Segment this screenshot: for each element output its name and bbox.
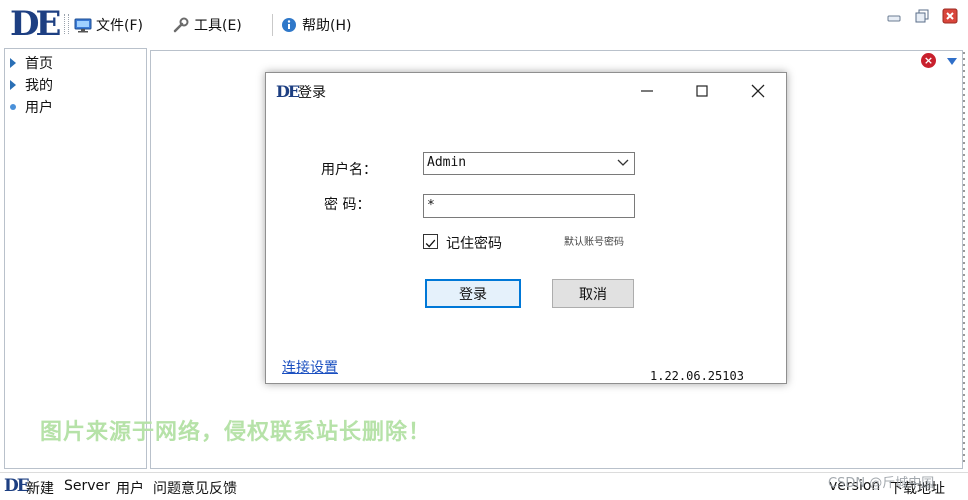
sidebar-item-users[interactable]: 用户 <box>10 97 53 117</box>
default-account-hint: 默认账号密码 <box>564 237 624 248</box>
minimize-icon[interactable] <box>886 8 902 24</box>
app-logo: DE <box>10 4 61 44</box>
menu-file[interactable]: 文件(F) <box>74 14 143 36</box>
statusbar-logo: DE <box>4 476 30 496</box>
sidebar-item-mine[interactable]: 我的 <box>10 75 53 95</box>
statusbar-new[interactable]: 新建 <box>26 478 54 498</box>
statusbar-user[interactable]: 用户 <box>116 478 144 498</box>
dialog-title: 登录 <box>298 85 326 101</box>
minimize-icon[interactable] <box>638 82 656 100</box>
monitor-icon <box>74 18 92 33</box>
menu-bar: DE 文件(F) 工具(E) 帮助(H) <box>0 0 968 46</box>
username-value: Admin <box>427 155 467 170</box>
close-icon[interactable] <box>749 82 767 100</box>
arrow-right-icon <box>10 58 16 68</box>
watermark-text: 图片来源于网络，侵权联系站长删除！ <box>40 420 432 445</box>
close-tab-icon[interactable]: × <box>921 53 936 68</box>
check-icon <box>425 239 436 248</box>
sidebar-item-label: 首页 <box>25 56 53 72</box>
version-text: 1.22.06.25103 <box>650 369 744 383</box>
info-icon <box>282 18 296 32</box>
sidebar-tree: 首页 我的 用户 <box>4 48 147 469</box>
remember-password-checkbox[interactable] <box>423 234 438 249</box>
window-controls <box>874 8 958 24</box>
toolbar-grip[interactable] <box>64 14 69 34</box>
username-label: 用户名： <box>321 162 377 178</box>
password-label: 密 码： <box>324 197 371 213</box>
password-value: * <box>427 198 435 213</box>
maximize-icon[interactable] <box>693 82 711 100</box>
dialog-logo: DE <box>276 82 300 101</box>
menu-separator <box>272 14 273 36</box>
splitter-handle[interactable] <box>963 52 967 462</box>
menu-file-label: 文件(F) <box>96 18 143 34</box>
close-icon[interactable] <box>942 8 958 24</box>
login-button[interactable]: 登录 <box>425 279 521 308</box>
menu-help[interactable]: 帮助(H) <box>280 14 351 36</box>
password-field[interactable]: * <box>423 194 635 218</box>
arrow-right-icon <box>10 80 16 90</box>
username-select[interactable]: Admin <box>423 152 635 175</box>
restore-icon[interactable] <box>914 8 930 24</box>
connection-settings-link[interactable]: 连接设置 <box>282 357 338 377</box>
chevron-down-icon <box>617 159 629 166</box>
cancel-button[interactable]: 取消 <box>552 279 634 308</box>
menu-tools[interactable]: 工具(E) <box>172 14 242 36</box>
menu-help-label: 帮助(H) <box>302 18 352 34</box>
dot-icon <box>10 104 16 110</box>
statusbar-server[interactable]: Server <box>64 478 110 494</box>
csdn-watermark: CSDN @斤城中国 <box>828 476 935 491</box>
sidebar-item-label: 我的 <box>25 78 53 94</box>
tab-dropdown-icon[interactable] <box>947 58 957 65</box>
status-bar: DE 新建 Server 用户 问题意见反馈 version 下载地址 <box>0 472 968 500</box>
remember-password-label[interactable]: 记住密码 <box>446 233 502 253</box>
statusbar-feedback[interactable]: 问题意见反馈 <box>153 478 237 498</box>
login-dialog: DE 登录 用户名： Admin 密 码： * 记住密码 默认账号密码 登录 取… <box>265 72 787 384</box>
sidebar-item-label: 用户 <box>25 100 53 116</box>
sidebar-item-home[interactable]: 首页 <box>10 53 53 73</box>
menu-tools-label: 工具(E) <box>194 18 242 34</box>
wrench-icon <box>173 17 189 33</box>
